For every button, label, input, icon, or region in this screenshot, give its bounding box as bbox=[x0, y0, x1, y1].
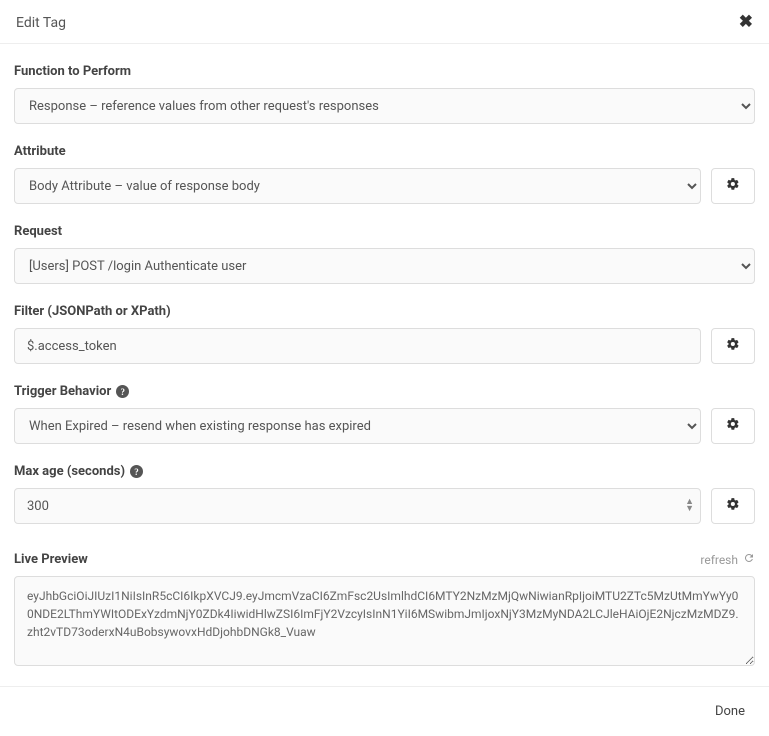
maxage-value: 300 bbox=[27, 499, 49, 514]
chevron-down-icon: ▼ bbox=[685, 506, 694, 513]
function-label: Function to Perform bbox=[14, 64, 755, 79]
maxage-label: Max age (seconds) ? bbox=[14, 464, 755, 479]
gear-icon bbox=[726, 177, 740, 195]
close-icon[interactable]: ✖ bbox=[739, 14, 753, 31]
maxage-settings-button[interactable] bbox=[711, 488, 755, 524]
preview-output[interactable] bbox=[14, 576, 755, 666]
preview-header: Live Preview refresh bbox=[14, 552, 755, 567]
edit-tag-modal: Edit Tag ✖ Function to Perform Response … bbox=[0, 0, 769, 736]
gear-icon bbox=[726, 417, 740, 435]
modal-footer: Done bbox=[0, 686, 769, 736]
field-request: Request [Users] POST /login Authenticate… bbox=[14, 224, 755, 284]
field-maxage: Max age (seconds) ? 300 ▲ ▼ bbox=[14, 464, 755, 524]
field-attribute: Attribute Body Attribute – value of resp… bbox=[14, 144, 755, 204]
trigger-select[interactable]: When Expired – resend when existing resp… bbox=[14, 408, 701, 444]
done-button[interactable]: Done bbox=[709, 703, 751, 720]
maxage-input[interactable]: 300 ▲ ▼ bbox=[14, 488, 701, 524]
attribute-label: Attribute bbox=[14, 144, 755, 159]
filter-settings-button[interactable] bbox=[711, 328, 755, 364]
filter-input[interactable] bbox=[14, 328, 701, 364]
refresh-icon bbox=[743, 552, 755, 567]
function-select[interactable]: Response – reference values from other r… bbox=[14, 88, 755, 124]
preview-label: Live Preview bbox=[14, 552, 88, 567]
field-function: Function to Perform Response – reference… bbox=[14, 64, 755, 124]
modal-body: Function to Perform Response – reference… bbox=[0, 44, 769, 676]
refresh-button[interactable]: refresh bbox=[700, 552, 755, 567]
number-stepper[interactable]: ▲ ▼ bbox=[685, 499, 694, 513]
filter-label: Filter (JSONPath or XPath) bbox=[14, 304, 755, 319]
help-icon[interactable]: ? bbox=[116, 385, 129, 398]
gear-icon bbox=[726, 337, 740, 355]
field-filter: Filter (JSONPath or XPath) bbox=[14, 304, 755, 364]
request-select[interactable]: [Users] POST /login Authenticate user bbox=[14, 248, 755, 284]
attribute-select[interactable]: Body Attribute – value of response body bbox=[14, 168, 701, 204]
trigger-label: Trigger Behavior ? bbox=[14, 384, 755, 399]
attribute-settings-button[interactable] bbox=[711, 168, 755, 204]
request-label: Request bbox=[14, 224, 755, 239]
gear-icon bbox=[726, 497, 740, 515]
refresh-label: refresh bbox=[700, 553, 738, 567]
modal-title: Edit Tag bbox=[16, 15, 66, 31]
help-icon[interactable]: ? bbox=[130, 465, 143, 478]
modal-header: Edit Tag ✖ bbox=[0, 0, 769, 44]
trigger-settings-button[interactable] bbox=[711, 408, 755, 444]
field-trigger: Trigger Behavior ? When Expired – resend… bbox=[14, 384, 755, 444]
